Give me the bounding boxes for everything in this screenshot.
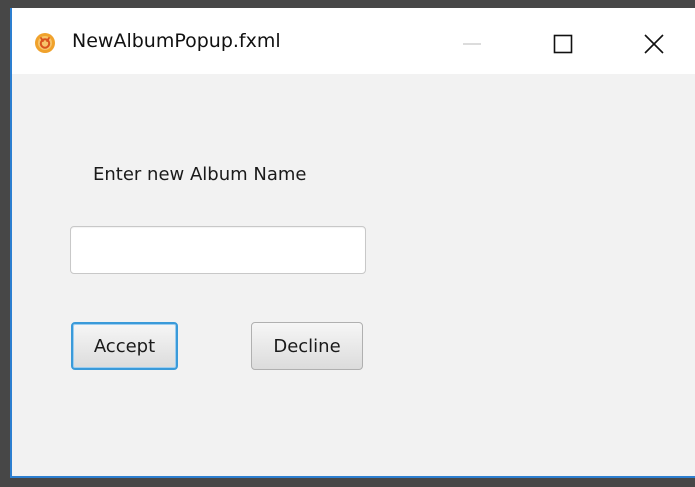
decline-button[interactable]: Decline <box>251 322 363 370</box>
minimize-button[interactable] <box>449 24 495 60</box>
maximize-button[interactable] <box>540 24 586 60</box>
title-bar[interactable]: NewAlbumPopup.fxml <box>12 8 695 74</box>
accept-button[interactable]: Accept <box>71 322 178 370</box>
maximize-icon <box>553 34 573 54</box>
album-name-label: Enter new Album Name <box>93 164 307 185</box>
close-button[interactable] <box>632 24 678 60</box>
minimize-icon <box>463 43 481 45</box>
popup-window: NewAlbumPopup.fxml Enter new Album Name <box>10 8 695 478</box>
app-icon <box>34 32 56 54</box>
close-icon <box>644 34 664 54</box>
window-title: NewAlbumPopup.fxml <box>72 30 281 52</box>
desktop: NewAlbumPopup.fxml Enter new Album Name <box>0 0 695 487</box>
album-name-input[interactable] <box>70 226 366 274</box>
